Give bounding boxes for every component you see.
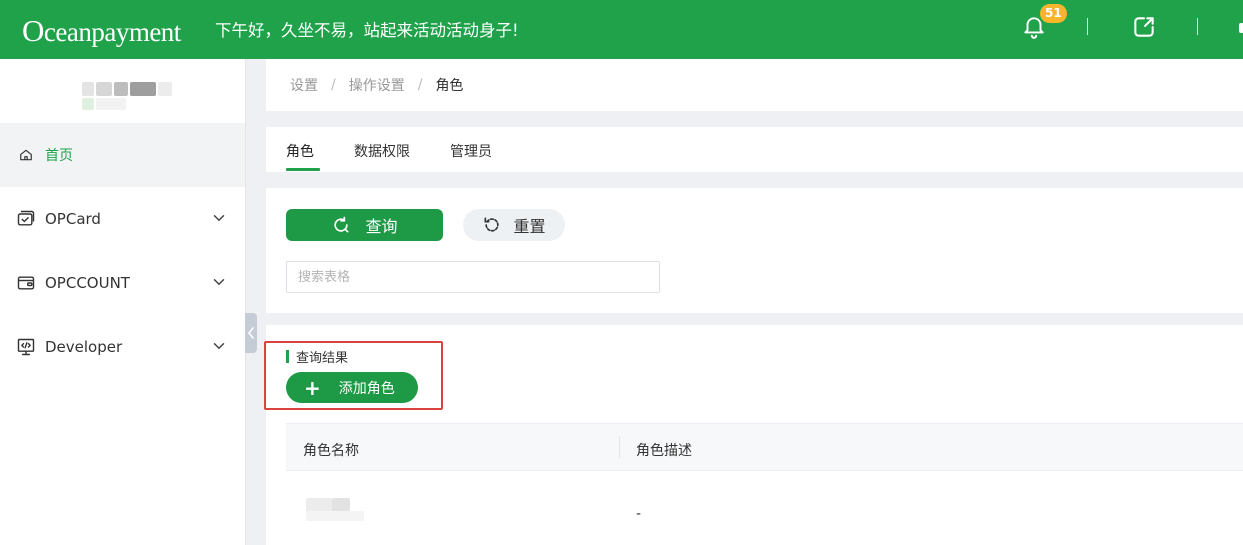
chevron-down-icon[interactable] — [210, 273, 228, 291]
column-header-role-description[interactable]: 角色描述 — [636, 440, 692, 460]
tab-administrators[interactable]: 管理员 — [450, 141, 492, 161]
breadcrumb-item[interactable]: 操作设置 — [349, 75, 405, 95]
column-divider — [619, 436, 620, 458]
sidebar-item-label: 首页 — [45, 148, 73, 164]
wallet-icon — [16, 273, 36, 293]
breadcrumb-item[interactable]: 设置 — [290, 75, 318, 95]
reset-icon — [484, 217, 500, 232]
query-button-label: 查询 — [365, 217, 398, 236]
active-tab-indicator — [286, 168, 320, 171]
search-panel: 查询 重置 — [266, 188, 1243, 313]
sidebar-item-opccount[interactable]: OPCCOUNT — [0, 251, 245, 315]
highlight-annotation-box — [264, 341, 443, 410]
sidebar-item-label: Developer — [45, 338, 123, 356]
sidebar: 首页 OPCard OPCCOUNT Developer — [0, 59, 246, 545]
reset-button-label: 重置 — [513, 217, 546, 236]
sidebar-item-home[interactable]: 首页 — [0, 123, 245, 187]
logo[interactable]: Oceanpayment — [22, 13, 181, 49]
user-avatar-blurred — [82, 80, 172, 112]
tab-roles[interactable]: 角色 — [286, 141, 314, 161]
tab-data-permissions[interactable]: 数据权限 — [354, 141, 410, 161]
breadcrumb-current: 角色 — [435, 78, 464, 94]
column-header-role-name[interactable]: 角色名称 — [303, 440, 359, 460]
sidebar-item-label: OPCard — [45, 210, 101, 228]
external-link-icon[interactable] — [1131, 14, 1157, 40]
tab-bar: 角色 数据权限 管理员 — [266, 127, 1243, 172]
card-icon — [16, 209, 36, 229]
search-input[interactable] — [286, 261, 660, 293]
table-header: 角色名称 角色描述 — [286, 423, 1243, 471]
notification-badge: 51 — [1040, 4, 1067, 23]
sidebar-collapse-handle[interactable] — [245, 313, 257, 353]
top-header: Oceanpayment 下午好，久坐不易，站起来活动活动身子! 51 — [0, 0, 1243, 59]
breadcrumb-separator: / — [417, 77, 423, 93]
chevron-down-icon[interactable] — [210, 209, 228, 227]
header-divider — [1087, 18, 1088, 35]
role-name-blurred — [306, 498, 364, 522]
sidebar-item-label: OPCCOUNT — [45, 274, 130, 292]
sidebar-item-developer[interactable]: Developer — [0, 315, 245, 379]
breadcrumb-separator: / — [331, 77, 336, 93]
greeting-text: 下午好，久坐不易，站起来活动活动身子! — [215, 21, 519, 40]
home-icon — [16, 145, 36, 165]
role-description: - — [636, 506, 642, 522]
chevron-left-icon — [247, 327, 254, 339]
breadcrumb: 设置 / 操作设置 / 角色 — [266, 59, 1243, 111]
table-row[interactable]: - — [286, 471, 1243, 545]
reset-button[interactable]: 重置 — [463, 209, 565, 241]
sidebar-item-opcard[interactable]: OPCard — [0, 187, 245, 251]
header-divider — [1197, 18, 1198, 35]
code-monitor-icon — [16, 337, 36, 357]
chevron-down-icon[interactable] — [210, 337, 228, 355]
more-icon[interactable] — [1239, 23, 1243, 33]
search-refresh-icon — [334, 216, 349, 233]
query-button[interactable]: 查询 — [286, 209, 443, 241]
